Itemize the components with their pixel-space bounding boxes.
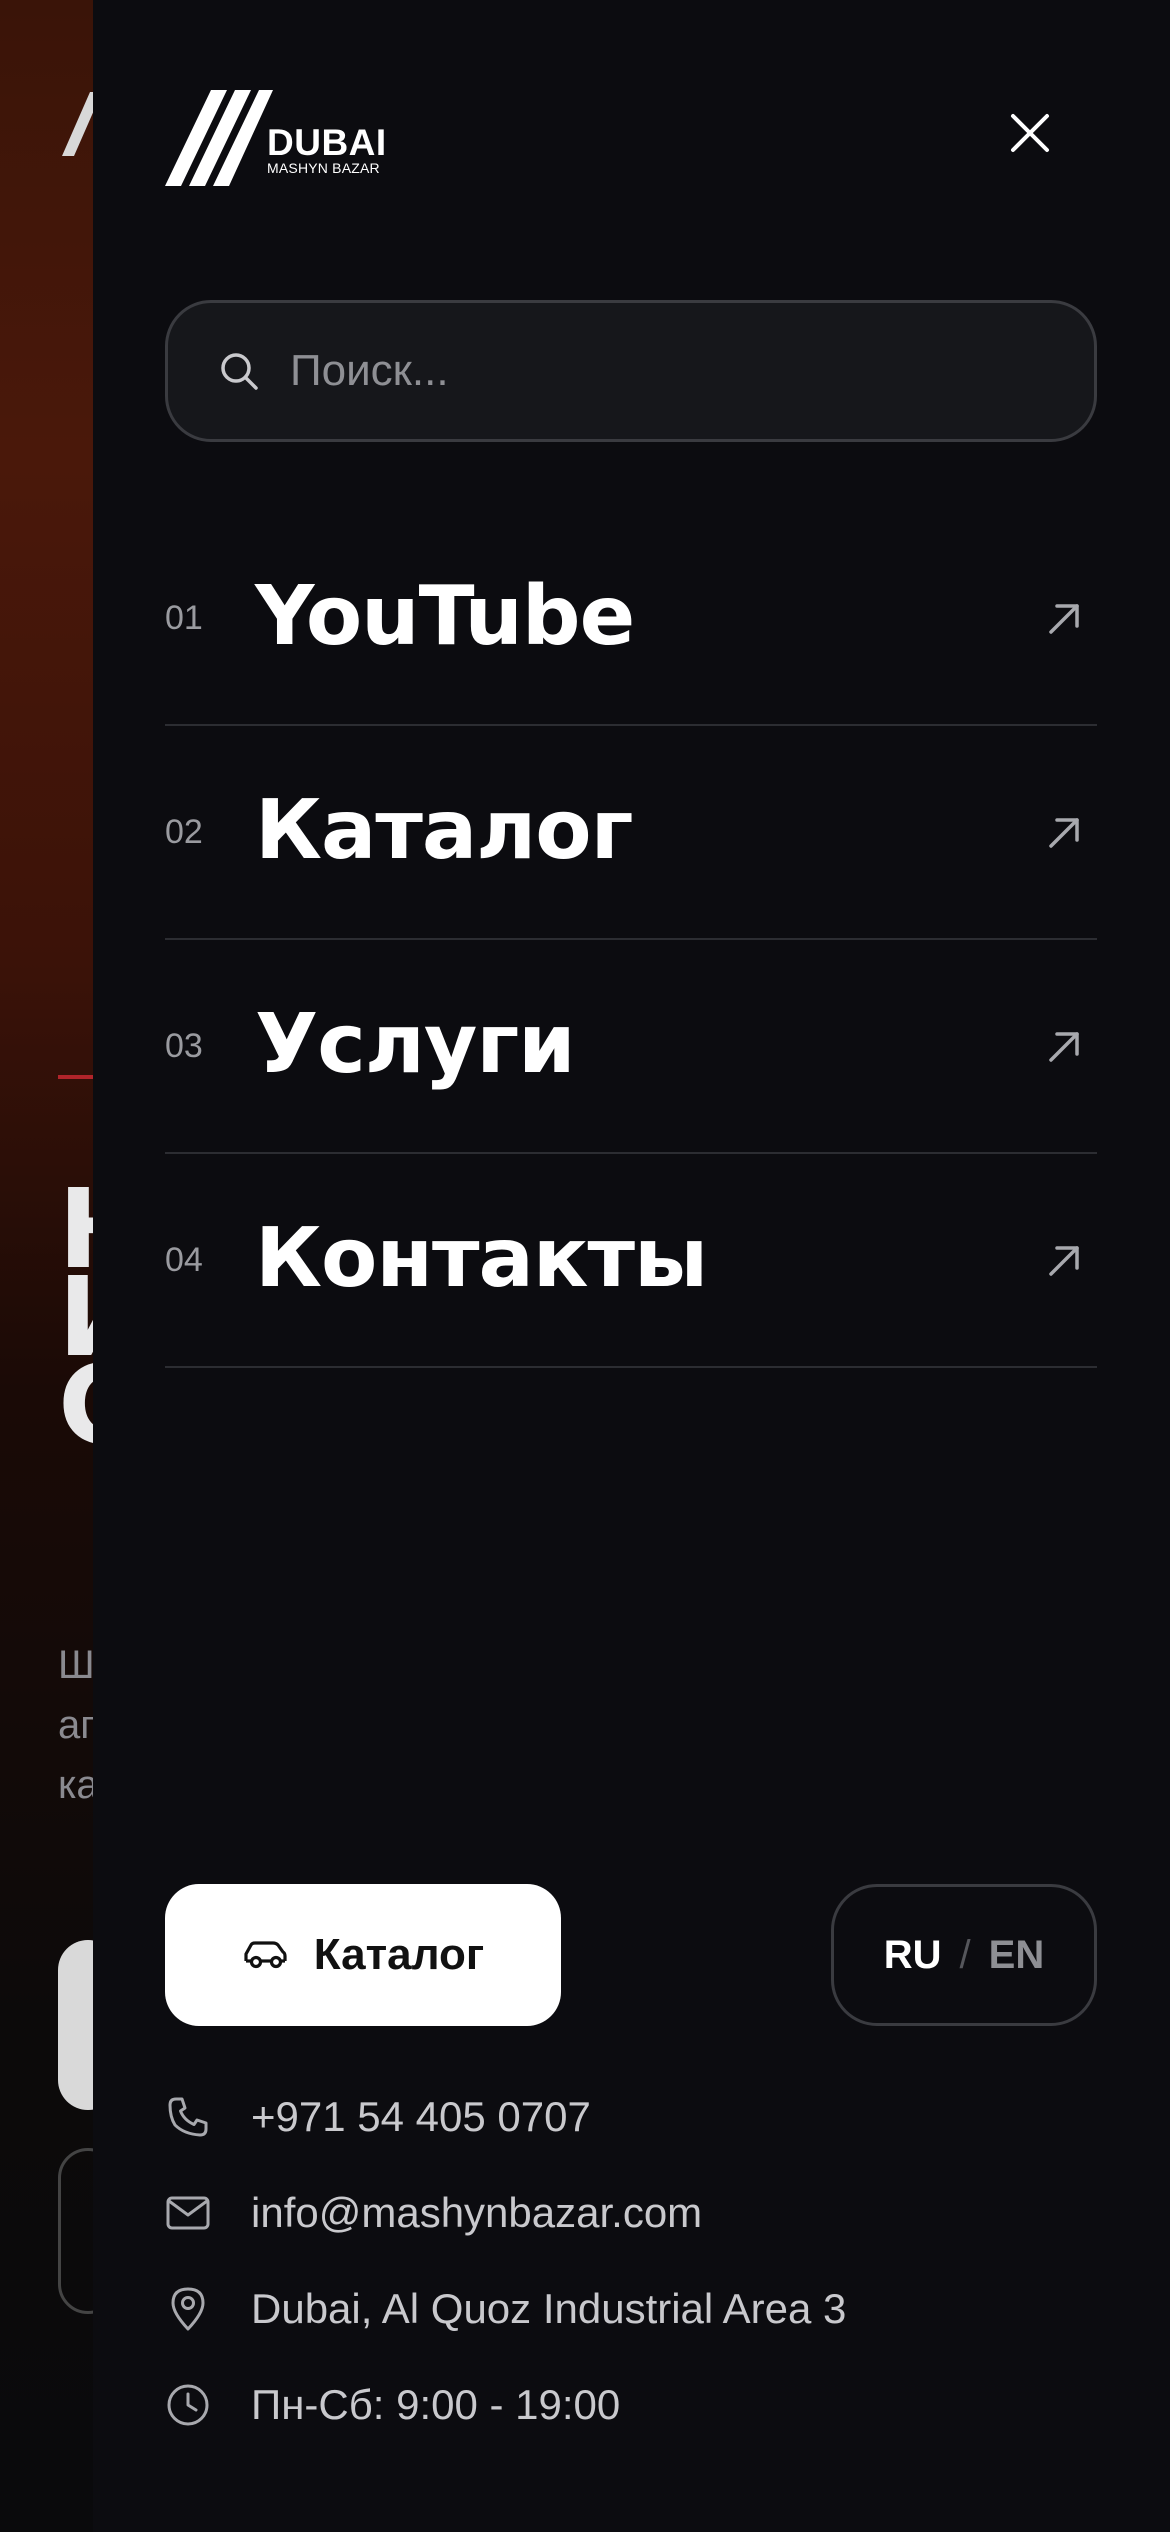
arrow-up-right-icon — [1049, 1032, 1079, 1062]
language-en[interactable]: EN — [989, 1933, 1045, 1978]
nav-item-label: Каталог — [255, 783, 633, 878]
nav-item-label: Контакты — [255, 1211, 708, 1306]
contact-email-text: info@mashynbazar.com — [251, 2189, 703, 2236]
phone-icon — [165, 2094, 211, 2140]
contact-hours-text: Пн-Сб: 9:00 - 19:00 — [251, 2381, 621, 2428]
logo-stripes-icon — [165, 90, 273, 186]
close-icon — [1011, 114, 1049, 152]
nav-item-label: Услуги — [255, 997, 576, 1092]
nav-item-label: YouTube — [255, 569, 635, 664]
contact-address[interactable]: Dubai, Al Quoz Industrial Area 3 — [165, 2284, 846, 2334]
catalog-button-label: Каталог — [313, 1930, 485, 1979]
main-navigation: 01 YouTube 02 Каталог 03 Услуги 04 Конта… — [165, 512, 1097, 1368]
logo[interactable]: DUBAI MASHYN BAZAR — [165, 90, 387, 186]
nav-item-services[interactable]: 03 Услуги — [165, 940, 1097, 1154]
arrow-up-right-icon — [1049, 604, 1079, 634]
mobile-menu-drawer: DUBAI MASHYN BAZAR 01 YouTube 02 — [93, 0, 1170, 2532]
catalog-button[interactable]: Каталог — [165, 1884, 561, 2026]
nav-item-youtube[interactable]: 01 YouTube — [165, 512, 1097, 726]
contact-phone[interactable]: +971 54 405 0707 — [165, 2092, 591, 2142]
background-accent-line — [58, 1075, 98, 1079]
contact-address-text: Dubai, Al Quoz Industrial Area 3 — [251, 2285, 847, 2332]
car-icon — [242, 1939, 288, 1971]
location-pin-icon — [165, 2286, 211, 2332]
nav-item-contacts[interactable]: 04 Контакты — [165, 1154, 1097, 1368]
search-box[interactable] — [165, 300, 1097, 442]
language-ru[interactable]: RU — [884, 1933, 942, 1978]
contact-hours: Пн-Сб: 9:00 - 19:00 — [165, 2380, 620, 2430]
close-button[interactable] — [1005, 108, 1055, 158]
logo-text: DUBAI MASHYN BAZAR — [267, 122, 387, 176]
nav-item-catalog[interactable]: 02 Каталог — [165, 726, 1097, 940]
language-separator: / — [959, 1932, 971, 1977]
logo-title: DUBAI — [267, 122, 387, 163]
nav-item-number: 01 — [165, 599, 203, 637]
arrow-up-right-icon — [1049, 818, 1079, 848]
background-text-fragment: Шап ка — [58, 1643, 98, 1807]
search-icon — [218, 350, 260, 392]
nav-item-number: 02 — [165, 813, 203, 851]
logo-subtitle: MASHYN BAZAR — [267, 160, 380, 176]
nav-item-number: 04 — [165, 1241, 203, 1279]
arrow-up-right-icon — [1049, 1246, 1079, 1276]
nav-item-number: 03 — [165, 1027, 203, 1065]
mail-icon — [165, 2190, 211, 2236]
clock-icon — [165, 2382, 211, 2428]
contact-phone-text: +971 54 405 0707 — [251, 2093, 591, 2140]
language-switcher: RU / EN — [831, 1884, 1097, 2026]
search-input[interactable] — [288, 345, 1094, 397]
contact-email[interactable]: info@mashynbazar.com — [165, 2188, 702, 2238]
